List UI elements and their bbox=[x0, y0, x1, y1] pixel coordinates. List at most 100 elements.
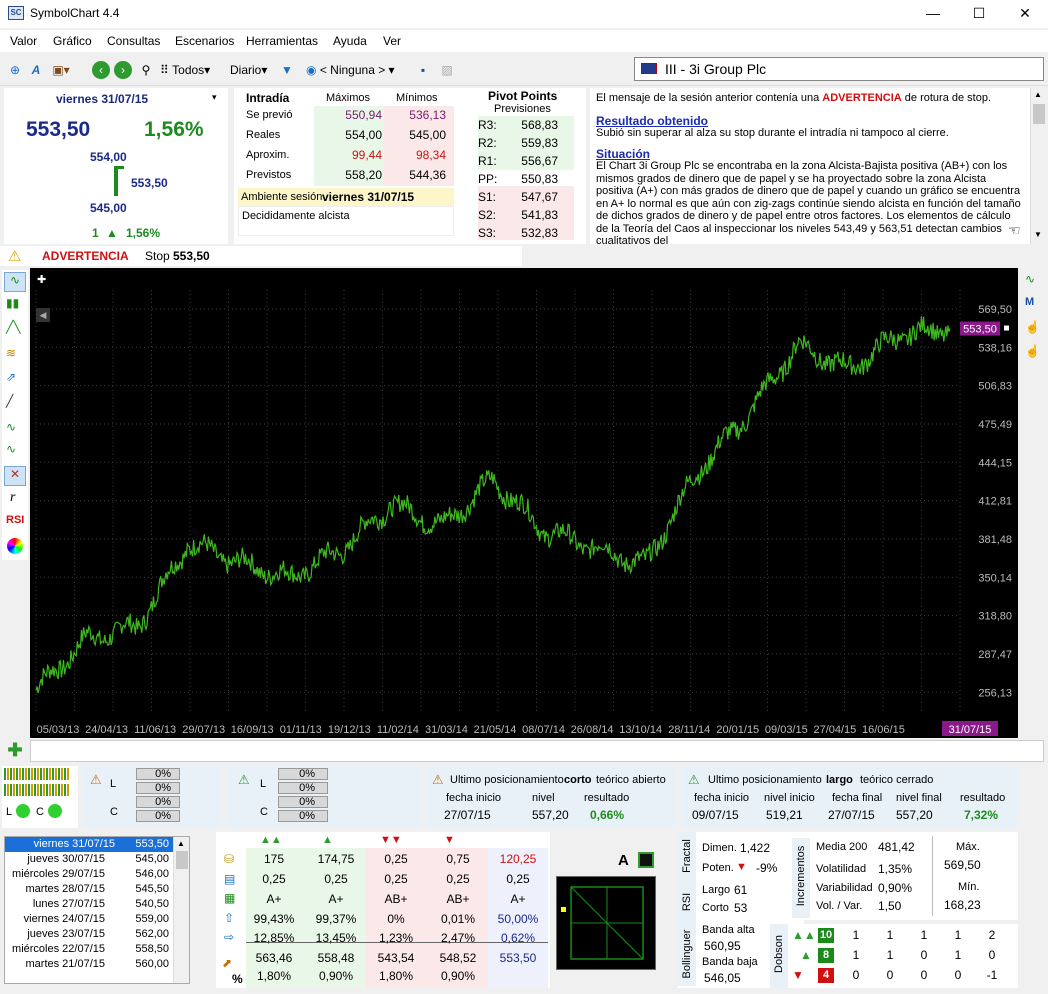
symbol-a-icon[interactable]: A bbox=[28, 60, 44, 80]
date-dropdown-icon[interactable]: ▾ bbox=[212, 92, 217, 103]
history-row[interactable]: jueves 30/07/15 545,00 bbox=[5, 852, 173, 867]
long-col: fecha inicio bbox=[694, 792, 750, 804]
pivot-key: R3: bbox=[478, 118, 497, 132]
color-wheel-icon[interactable] bbox=[7, 538, 23, 554]
draw-line-icon[interactable]: ╱ bbox=[6, 394, 13, 408]
dobson-cell: 1 bbox=[920, 928, 928, 942]
symbol-selector[interactable]: III - 3i Group Plc bbox=[634, 57, 1044, 81]
briefcase-icon[interactable]: ▣▾ bbox=[50, 60, 72, 80]
volume-icon[interactable]: ≋ bbox=[6, 346, 16, 360]
m-indicator-icon[interactable]: M bbox=[1025, 296, 1034, 308]
scroll-up-icon[interactable]: ▲ bbox=[1034, 90, 1042, 99]
globe-icon[interactable]: ⊕ bbox=[6, 60, 24, 80]
rsi-icon[interactable]: RSI bbox=[6, 514, 24, 526]
funnel-icon[interactable]: ▼ bbox=[278, 60, 296, 80]
filter-all-label: Todos bbox=[172, 63, 205, 77]
zone-cell: 563,46 bbox=[255, 951, 293, 965]
filter-all-dropdown[interactable]: ⠿ Todos▾ bbox=[160, 60, 210, 80]
scroll-thumb[interactable] bbox=[1033, 104, 1045, 124]
magnifier-icon[interactable]: ⚲ bbox=[137, 60, 155, 80]
dobson-cell: 1 bbox=[886, 948, 894, 962]
history-scrollbar[interactable]: ▲ bbox=[173, 837, 189, 983]
pivot-value: 568,83 bbox=[521, 118, 558, 132]
history-row-selected[interactable]: viernes 31/07/15 553,50 bbox=[5, 837, 173, 853]
scroll-thumb[interactable] bbox=[176, 851, 188, 869]
down-arrow-icon: ▼ bbox=[736, 861, 747, 873]
dobson-cell: 1 bbox=[954, 928, 962, 942]
trend-icon[interactable]: ∿ bbox=[6, 420, 16, 434]
delete-icon[interactable]: ▨ bbox=[438, 60, 456, 80]
history-list[interactable]: viernes 31/07/15 553,50 jueves 30/07/15 54… bbox=[4, 836, 190, 984]
menu-consultas[interactable]: Consultas bbox=[107, 34, 160, 48]
y-tick-label: 318,80 bbox=[978, 611, 1012, 623]
long-position-panel: ⚠ Ultimo posicionamiento largo teórico c… bbox=[682, 766, 1018, 828]
gauge-pct: 0% bbox=[278, 796, 328, 808]
indicator-icon[interactable]: ⇗ bbox=[6, 370, 16, 384]
chart-add-icon[interactable]: ✚ bbox=[37, 273, 46, 286]
zones-cells: 175 174,75 0,25 0,75 120,25 0,25 0,25 0,25 0,25 0… bbox=[216, 832, 550, 988]
history-row[interactable]: miércoles 22/07/15 558,50 bbox=[5, 942, 173, 957]
scroll-down-icon[interactable]: ▼ bbox=[1034, 230, 1042, 239]
close-button[interactable]: ✕ bbox=[1002, 0, 1048, 28]
view-dropdown[interactable]: ◉ < Ninguna > ▾ bbox=[306, 60, 395, 80]
forward-icon[interactable]: › bbox=[114, 61, 132, 79]
price-chart[interactable]: 569,50 538,16 506,83 475,49 444,15 412,81 381,… bbox=[30, 268, 1018, 738]
long-gauge-panel: ⚠ L C 0% 0% 0% 0% bbox=[226, 766, 422, 828]
zone-cell: 0% bbox=[387, 912, 405, 926]
back-icon[interactable]: ‹ bbox=[92, 61, 110, 79]
hand-icon[interactable]: ☝ bbox=[1025, 320, 1040, 334]
history-row[interactable]: martes 28/07/15 545,50 bbox=[5, 882, 173, 897]
chart-scroll-left-icon[interactable]: ◀ bbox=[36, 308, 50, 322]
corto-label: Corto bbox=[702, 902, 729, 914]
banda-baja-value: 546,05 bbox=[704, 971, 741, 985]
history-date: viernes 31/07/15 bbox=[33, 838, 115, 850]
menu-grafico[interactable]: Gráfico bbox=[53, 34, 92, 48]
candle-icon bbox=[114, 166, 118, 196]
y-tick-label: 569,50 bbox=[978, 304, 1012, 316]
overlay-chart-icon[interactable]: ✕ bbox=[4, 466, 26, 486]
grid-icon: ⠿ bbox=[160, 63, 169, 77]
maximize-button[interactable]: ☐ bbox=[956, 0, 1002, 28]
poten-value: -9% bbox=[756, 861, 778, 875]
history-row[interactable]: viernes 24/07/15 559,00 bbox=[5, 912, 173, 927]
pivot-key: S2: bbox=[478, 208, 497, 222]
x-tick-label: 29/07/13 bbox=[182, 724, 225, 736]
history-row[interactable]: miércoles 29/07/15 546,00 bbox=[5, 867, 173, 882]
hand-icon-2[interactable]: ☝ bbox=[1025, 344, 1040, 358]
x-tick-label: 26/08/14 bbox=[571, 724, 614, 736]
last-date-label: 31/07/15 bbox=[949, 724, 992, 736]
left-toolbar: ∿ ▮▮ ╱╲ ≋ ⇗ ╱ ∿ ∿ ✕ r RSI bbox=[2, 270, 28, 560]
bars-icon[interactable]: ╱╲ bbox=[6, 320, 20, 334]
incr-key: Media 200 bbox=[816, 841, 868, 853]
period-dropdown[interactable]: Diario▾ bbox=[230, 60, 267, 80]
candles-icon[interactable]: ▮▮ bbox=[6, 296, 19, 310]
quote-date[interactable]: viernes 31/07/15 bbox=[56, 92, 148, 106]
incrementos-panel: Incrementos Media 200 481,42 Volatilidad… bbox=[792, 832, 1018, 920]
message-heading-situation[interactable]: Situación bbox=[596, 147, 1024, 161]
menu-ver[interactable]: Ver bbox=[383, 34, 401, 48]
line-chart-icon[interactable]: ∿ bbox=[4, 272, 26, 292]
indicator-strip[interactable] bbox=[30, 740, 1044, 762]
history-row[interactable]: lunes 27/07/15 540,50 bbox=[5, 897, 173, 912]
short-title-c: teórico abierto bbox=[596, 774, 666, 786]
history-row[interactable]: martes 21/07/15 560,00 bbox=[5, 957, 173, 972]
menu-valor[interactable]: Valor bbox=[10, 34, 37, 48]
ambiente-header: Ambiente sesión viernes 31/07/15 bbox=[238, 188, 454, 206]
menu-herramientas[interactable]: Herramientas bbox=[246, 34, 318, 48]
menu-bar: Valor Gráfico Consultas Escenarios Herra… bbox=[0, 30, 1048, 52]
ambiente-text: Decididamente alcista bbox=[242, 210, 350, 222]
add-indicator-icon[interactable]: ✚ bbox=[4, 740, 26, 762]
message-heading-result[interactable]: Resultado obtenido bbox=[596, 114, 1024, 128]
history-row[interactable]: jueves 23/07/15 562,00 bbox=[5, 927, 173, 942]
menu-escenarios[interactable]: Escenarios bbox=[175, 34, 234, 48]
minimize-button[interactable]: — bbox=[910, 0, 956, 28]
menu-ayuda[interactable]: Ayuda bbox=[333, 34, 367, 48]
trend-up-icon[interactable]: ∿ bbox=[1025, 272, 1035, 286]
scroll-up-icon[interactable]: ▲ bbox=[177, 839, 185, 848]
save-icon[interactable]: ▪ bbox=[414, 60, 432, 80]
formula-icon[interactable]: r bbox=[10, 490, 15, 506]
compare-icon[interactable]: ∿ bbox=[6, 442, 16, 456]
short-warning-icon: ⚠ bbox=[432, 772, 444, 787]
pivot-key: R2: bbox=[478, 136, 497, 150]
message-scrollbar[interactable]: ▲ ▼ bbox=[1030, 88, 1046, 244]
